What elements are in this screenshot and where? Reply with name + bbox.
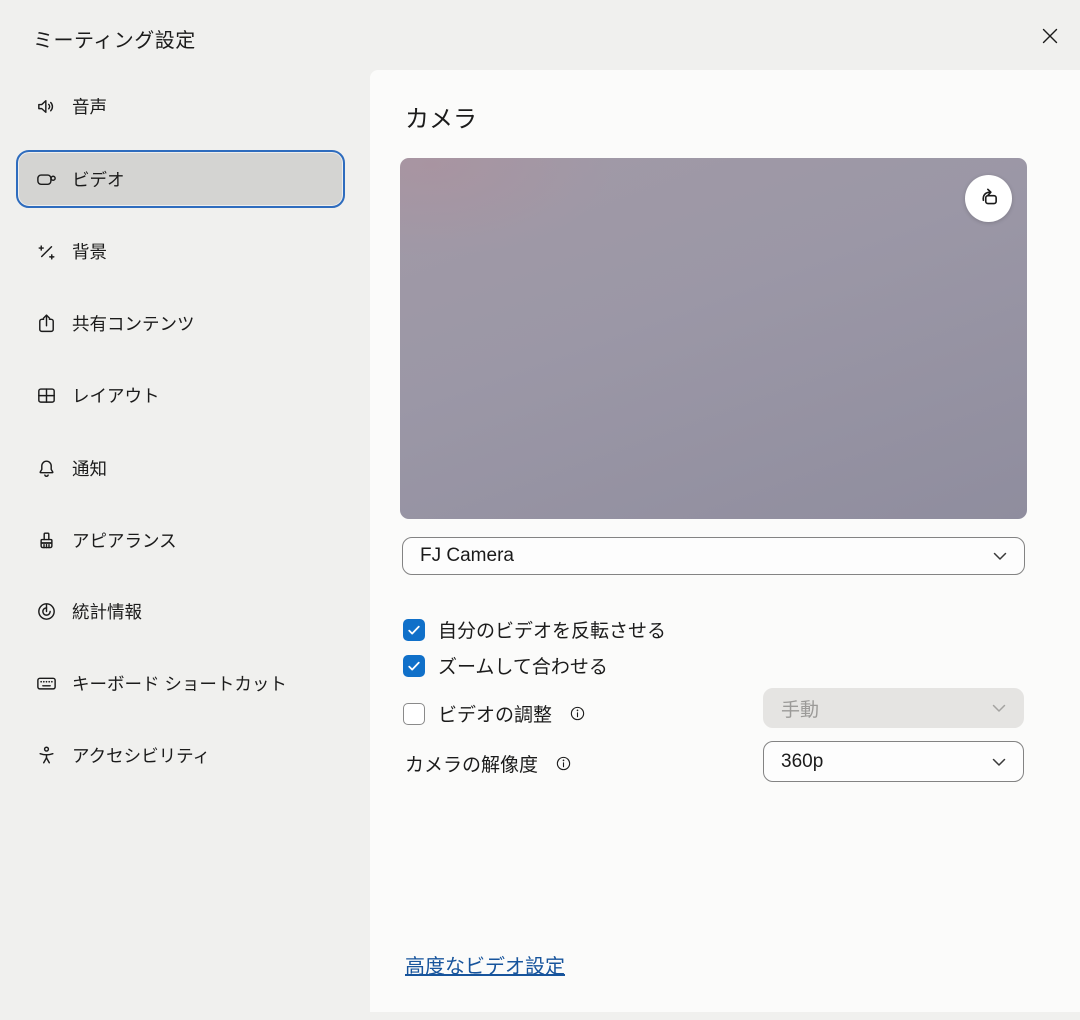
pie-chart-icon (35, 600, 58, 623)
accessibility-icon (35, 744, 58, 767)
mirror-video-label: 自分のビデオを反転させる (438, 616, 666, 643)
sidebar-item-label: キーボード ショートカット (72, 671, 287, 696)
video-adjust-row: ビデオの調整 (403, 700, 586, 727)
sidebar-item-background[interactable]: 背景 (16, 222, 345, 280)
window-title: ミーティング設定 (33, 24, 196, 53)
check-icon (406, 658, 422, 674)
close-icon (1039, 25, 1061, 47)
video-adjust-select-value: 手動 (781, 695, 819, 722)
sidebar-item-keyboard-shortcuts[interactable]: キーボード ショートカット (16, 654, 345, 712)
camera-preview (400, 158, 1027, 519)
meeting-settings-dialog: ミーティング設定 音声ビデオ背景共有コンテンツレイアウト通知アピアランス統計情報… (0, 0, 1080, 1020)
chevron-down-icon (989, 752, 1009, 772)
video-adjust-label: ビデオの調整 (438, 700, 552, 727)
layout-grid-icon (35, 384, 58, 407)
zoom-to-fit-row: ズームして合わせる (403, 652, 608, 679)
rotate-camera-icon (976, 184, 1002, 213)
share-content-icon (35, 312, 58, 335)
sidebar-item-label: 背景 (72, 239, 107, 264)
chevron-down-icon (990, 546, 1010, 566)
camera-resolution-select-value: 360p (781, 751, 823, 773)
close-button[interactable] (1031, 17, 1069, 55)
sidebar-item-notifications[interactable]: 通知 (16, 439, 345, 497)
settings-sidebar: 音声ビデオ背景共有コンテンツレイアウト通知アピアランス統計情報キーボード ショー… (0, 70, 370, 1020)
camera-heading: カメラ (405, 99, 477, 134)
zoom-to-fit-label: ズームして合わせる (438, 652, 608, 679)
rotate-camera-button[interactable] (965, 175, 1012, 222)
mirror-video-row: 自分のビデオを反転させる (403, 616, 666, 643)
sidebar-item-audio[interactable]: 音声 (16, 77, 345, 135)
chevron-down-icon (989, 698, 1009, 718)
camera-resolution-select[interactable]: 360p (763, 741, 1024, 782)
camera-select-value: FJ Camera (420, 545, 514, 567)
mirror-video-checkbox[interactable] (403, 619, 425, 641)
sidebar-item-statistics[interactable]: 統計情報 (16, 582, 345, 640)
sidebar-item-label: レイアウト (72, 383, 160, 408)
zoom-to-fit-checkbox[interactable] (403, 655, 425, 677)
info-icon[interactable] (569, 705, 586, 722)
keyboard-icon (35, 672, 58, 695)
sidebar-item-label: 共有コンテンツ (72, 311, 195, 336)
magic-wand-icon (35, 240, 58, 263)
video-adjust-checkbox[interactable] (403, 703, 425, 725)
sidebar-item-label: ビデオ (72, 167, 125, 192)
advanced-video-settings-link[interactable]: 高度なビデオ設定 (405, 950, 565, 979)
info-icon[interactable] (555, 755, 572, 772)
camera-resolution-label: カメラの解像度 (405, 750, 538, 777)
sidebar-item-label: 統計情報 (72, 599, 142, 624)
sidebar-item-layout[interactable]: レイアウト (16, 366, 345, 424)
check-icon (406, 622, 422, 638)
paintbrush-icon (35, 529, 58, 552)
sidebar-item-accessibility[interactable]: アクセシビリティ (16, 726, 345, 784)
sidebar-item-label: アクセシビリティ (72, 743, 210, 768)
camera-resolution-row: カメラの解像度 (405, 750, 572, 777)
bell-icon (35, 457, 58, 480)
speaker-icon (35, 95, 58, 118)
video-adjust-select: 手動 (763, 688, 1024, 728)
sidebar-item-shared-content[interactable]: 共有コンテンツ (16, 294, 345, 352)
sidebar-item-appearance[interactable]: アピアランス (16, 511, 345, 569)
sidebar-item-label: 音声 (72, 94, 107, 119)
sidebar-item-label: 通知 (72, 456, 107, 481)
video-camera-icon (35, 168, 58, 191)
sidebar-item-video[interactable]: ビデオ (16, 150, 345, 208)
sidebar-item-label: アピアランス (72, 528, 177, 553)
camera-select[interactable]: FJ Camera (402, 537, 1025, 575)
